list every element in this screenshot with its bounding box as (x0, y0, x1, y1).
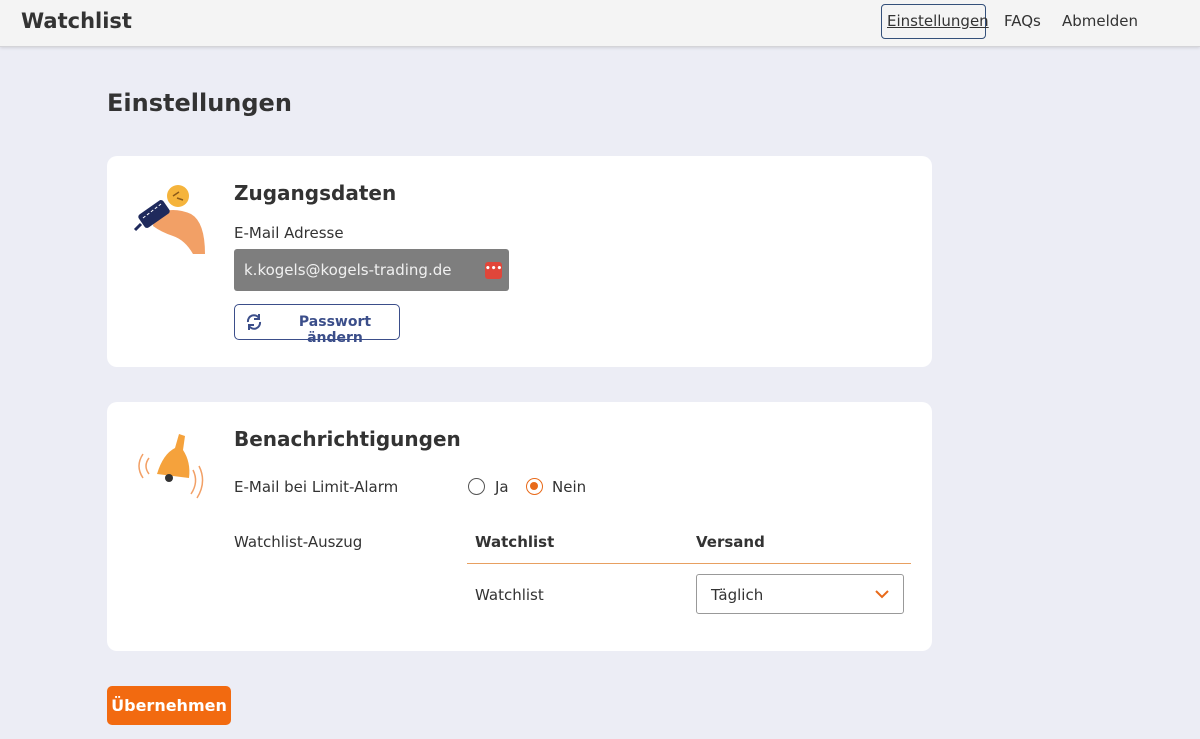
change-password-button[interactable]: Passwort ändern (234, 304, 400, 346)
versand-select[interactable]: Täglich (696, 574, 904, 614)
nav-item-label: Einstellungen (887, 12, 989, 30)
change-password-label: Passwort ändern (298, 314, 372, 346)
nav-item-abmelden[interactable]: Abmelden (1062, 12, 1138, 30)
table-header-divider (467, 563, 911, 564)
chevron-down-icon (875, 590, 889, 599)
table-cell-watchlist: Watchlist (475, 586, 544, 604)
hand-key-illustration-icon (133, 185, 205, 254)
notifications-card: Benachrichtigungen E-Mail bei Limit-Alar… (107, 402, 932, 651)
nav-item-einstellungen[interactable]: Einstellungen (881, 4, 989, 39)
versand-select-value: Täglich (711, 586, 764, 604)
password-manager-icon[interactable]: ••• (485, 262, 502, 279)
radio-nein[interactable] (526, 478, 543, 495)
email-input[interactable] (244, 249, 479, 291)
apply-button[interactable]: Übernehmen (107, 686, 231, 725)
refresh-icon (246, 314, 262, 330)
radio-ja[interactable] (468, 478, 485, 495)
email-label: E-Mail Adresse (234, 224, 344, 242)
radio-ja-label[interactable]: Ja (495, 478, 509, 496)
notifications-heading: Benachrichtigungen (234, 427, 461, 451)
app-title: Watchlist (21, 9, 132, 33)
table-header-watchlist: Watchlist (475, 533, 555, 551)
email-field[interactable]: ••• (234, 249, 509, 291)
limit-alarm-label: E-Mail bei Limit-Alarm (234, 478, 399, 496)
top-bar: Watchlist Einstellungen FAQs Abmelden (0, 0, 1200, 47)
table-header-versand: Versand (696, 533, 765, 551)
bell-illustration-icon (138, 434, 204, 499)
page-title: Einstellungen (107, 89, 292, 117)
nav-item-faqs[interactable]: FAQs (1004, 12, 1041, 30)
digest-label: Watchlist-Auszug (234, 533, 363, 551)
access-heading: Zugangsdaten (234, 181, 397, 205)
radio-nein-label[interactable]: Nein (552, 478, 586, 496)
access-card: Zugangsdaten E-Mail Adresse ••• Passwort… (107, 156, 932, 367)
